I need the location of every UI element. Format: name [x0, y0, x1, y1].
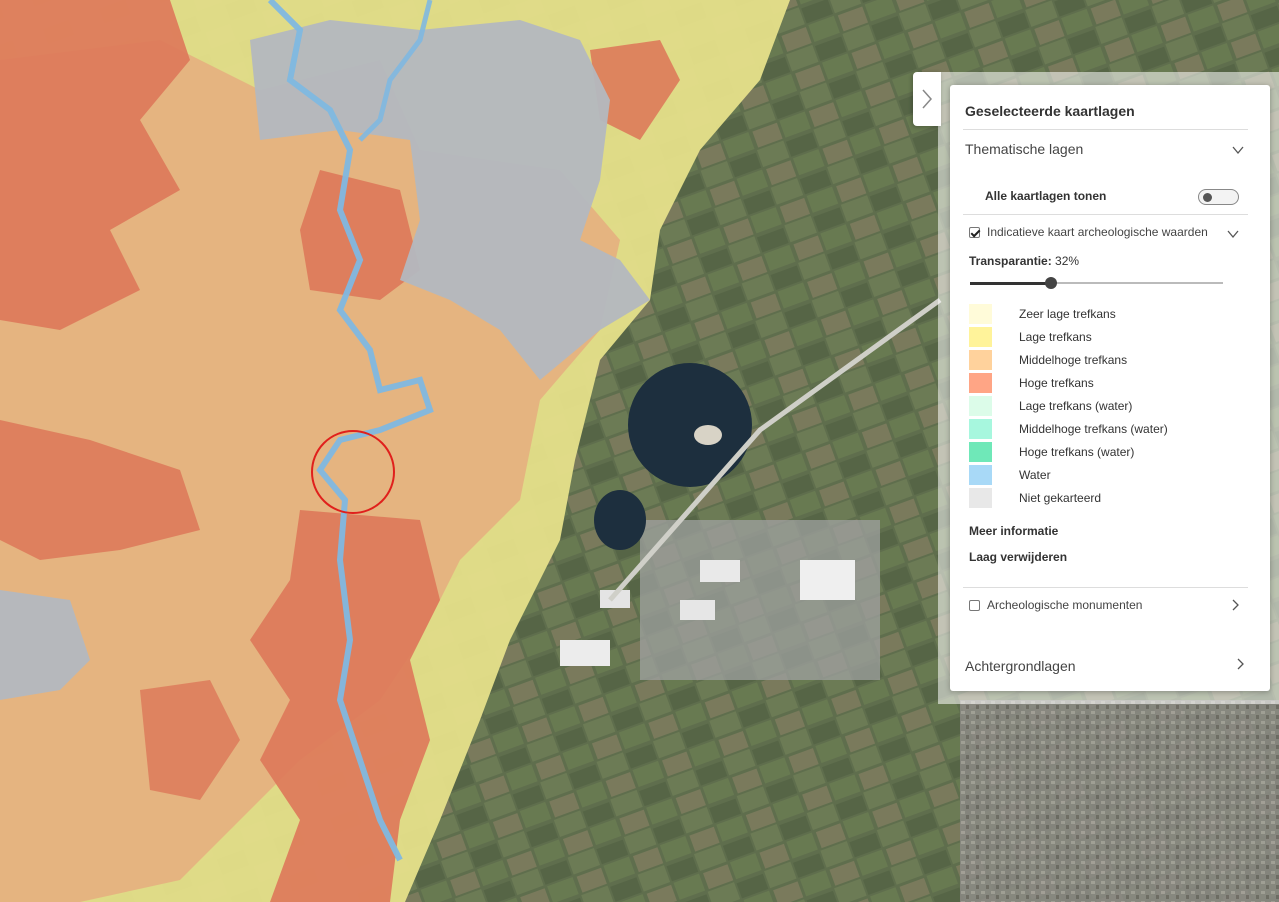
layer-checkbox-archeologische-waarden[interactable] [969, 226, 980, 238]
slider-fill [970, 281, 1051, 285]
chevron-right-icon [922, 89, 933, 109]
chevron-down-icon[interactable] [1231, 143, 1245, 157]
legend-item: Lage trefkans (water) [969, 396, 1219, 416]
legend-swatch [969, 419, 992, 439]
chevron-right-icon[interactable] [1233, 657, 1247, 671]
transparency-value: 32% [1055, 254, 1080, 268]
transparency-slider[interactable] [970, 277, 1223, 289]
town-area [960, 700, 1279, 902]
chevron-down-icon[interactable] [1226, 227, 1240, 241]
layer-row-archeologische-monumenten: Archeologische monumenten [969, 598, 1142, 612]
panel-title: Geselecteerde kaartlagen [965, 103, 1135, 119]
legend-label: Lage trefkans (water) [1019, 399, 1133, 413]
transparency-text: Transparantie: 32% [969, 254, 1079, 268]
legend-label: Hoge trefkans (water) [1019, 445, 1135, 459]
legend-item: Lage trefkans [969, 327, 1219, 347]
layer-checkbox-archeologische-monumenten[interactable] [969, 599, 980, 611]
legend-item: Water [969, 465, 1219, 485]
legend-swatch [969, 396, 992, 416]
legend-swatch [969, 327, 992, 347]
legend-item: Niet gekarteerd [969, 488, 1219, 508]
layer-row-archeologische-waarden: Indicatieve kaart archeologische waarden [969, 225, 1208, 239]
slider-thumb[interactable] [1044, 277, 1057, 289]
legend-item: Zeer lage trefkans [969, 304, 1219, 324]
legend-swatch [969, 465, 992, 485]
transparency-label: Transparantie: [969, 254, 1052, 268]
legend-item: Hoge trefkans (water) [969, 442, 1219, 462]
section-background-layers[interactable]: Achtergrondlagen [965, 658, 1076, 674]
legend-label: Hoge trefkans [1019, 376, 1094, 390]
legend-label: Lage trefkans [1019, 330, 1092, 344]
lake-small [594, 490, 646, 550]
layer-label: Indicatieve kaart archeologische waarden [987, 225, 1208, 239]
show-all-label: Alle kaartlagen tonen [985, 189, 1107, 203]
divider [963, 587, 1248, 588]
panel-collapse-button[interactable] [913, 72, 941, 126]
legend-swatch [969, 350, 992, 370]
legend-item: Hoge trefkans [969, 373, 1219, 393]
more-info-link[interactable]: Meer informatie [969, 524, 1058, 538]
legend-swatch [969, 442, 992, 462]
lake-large [628, 363, 752, 487]
legend-item: Middelhoge trefkans [969, 350, 1219, 370]
legend-label: Middelhoge trefkans (water) [1019, 422, 1168, 436]
toggle-knob [1203, 193, 1212, 202]
legend-label: Water [1019, 468, 1051, 482]
divider [963, 214, 1248, 215]
layer-label: Archeologische monumenten [987, 598, 1143, 612]
section-thematic-layers[interactable]: Thematische lagen [965, 141, 1083, 157]
chevron-right-icon[interactable] [1228, 598, 1242, 612]
legend-label: Middelhoge trefkans [1019, 353, 1128, 367]
legend-label: Zeer lage trefkans [1019, 307, 1116, 321]
show-all-toggle[interactable] [1198, 189, 1239, 205]
remove-layer-link[interactable]: Laag verwijderen [969, 550, 1067, 564]
legend-swatch [969, 488, 992, 508]
legend-swatch [969, 304, 992, 324]
legend-label: Niet gekarteerd [1019, 491, 1102, 505]
layers-panel: Geselecteerde kaartlagen Thematische lag… [950, 85, 1270, 691]
divider [963, 129, 1248, 130]
legend-swatch [969, 373, 992, 393]
legend-item: Middelhoge trefkans (water) [969, 419, 1219, 439]
